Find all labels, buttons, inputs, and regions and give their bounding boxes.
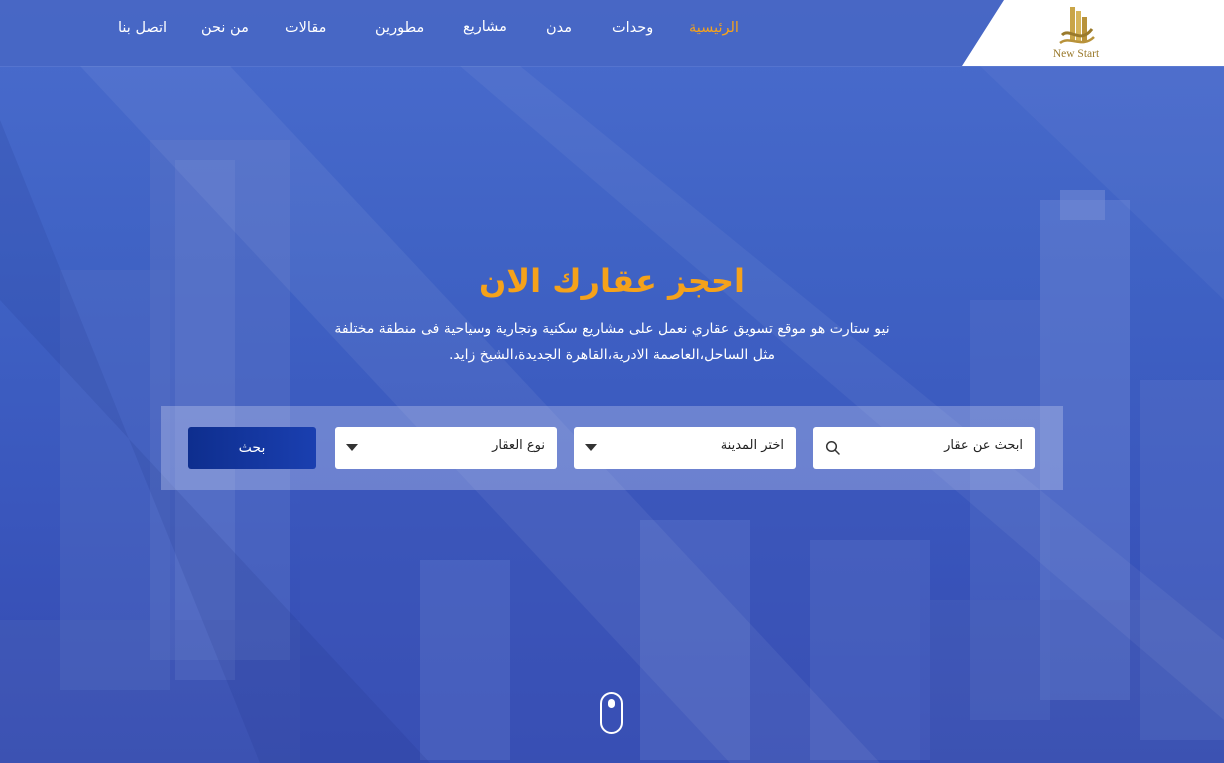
chevron-down-icon xyxy=(585,444,597,451)
city-skyline-graphic xyxy=(0,66,1224,763)
nav-item-developers[interactable]: مطورين xyxy=(375,20,424,36)
nav-item-home[interactable]: الرئيسية xyxy=(689,20,739,36)
nav-item-projects[interactable]: مشاريع xyxy=(463,19,507,35)
city-select-value: اختر المدينة xyxy=(720,438,784,453)
hero-title: احجز عقارك الان xyxy=(478,262,746,300)
top-navbar: New Start الرئيسية وحدات مدن مشاريع مطور… xyxy=(0,0,1224,66)
scroll-wheel-dot xyxy=(608,699,615,708)
scroll-mouse-icon[interactable] xyxy=(600,692,623,734)
nav-item-articles[interactable]: مقالات xyxy=(285,20,326,36)
nav-item-about[interactable]: من نحن xyxy=(201,20,249,36)
hero-description: نيو ستارت هو موقع تسويق عقاري نعمل على م… xyxy=(334,321,890,363)
nav-item-cities[interactable]: مدن xyxy=(546,20,572,36)
search-button[interactable]: بحث xyxy=(188,427,316,469)
property-search-input[interactable]: ابحث عن عقار xyxy=(813,427,1035,469)
search-placeholder: ابحث عن عقار xyxy=(944,438,1023,453)
city-select[interactable]: اختر المدينة xyxy=(574,427,796,469)
hero-background xyxy=(0,0,1224,763)
nav-item-units[interactable]: وحدات xyxy=(612,20,653,36)
nav-menu: الرئيسية وحدات مدن مشاريع مطورين مقالات … xyxy=(0,0,1224,66)
nav-item-contact[interactable]: اتصل بنا xyxy=(118,20,167,36)
property-type-select[interactable]: نوع العقار xyxy=(335,427,557,469)
chevron-down-icon xyxy=(346,444,358,451)
search-panel: ابحث عن عقار اختر المدينة نوع العقار بحث xyxy=(161,406,1063,490)
type-select-value: نوع العقار xyxy=(492,438,545,453)
search-icon xyxy=(825,440,840,455)
